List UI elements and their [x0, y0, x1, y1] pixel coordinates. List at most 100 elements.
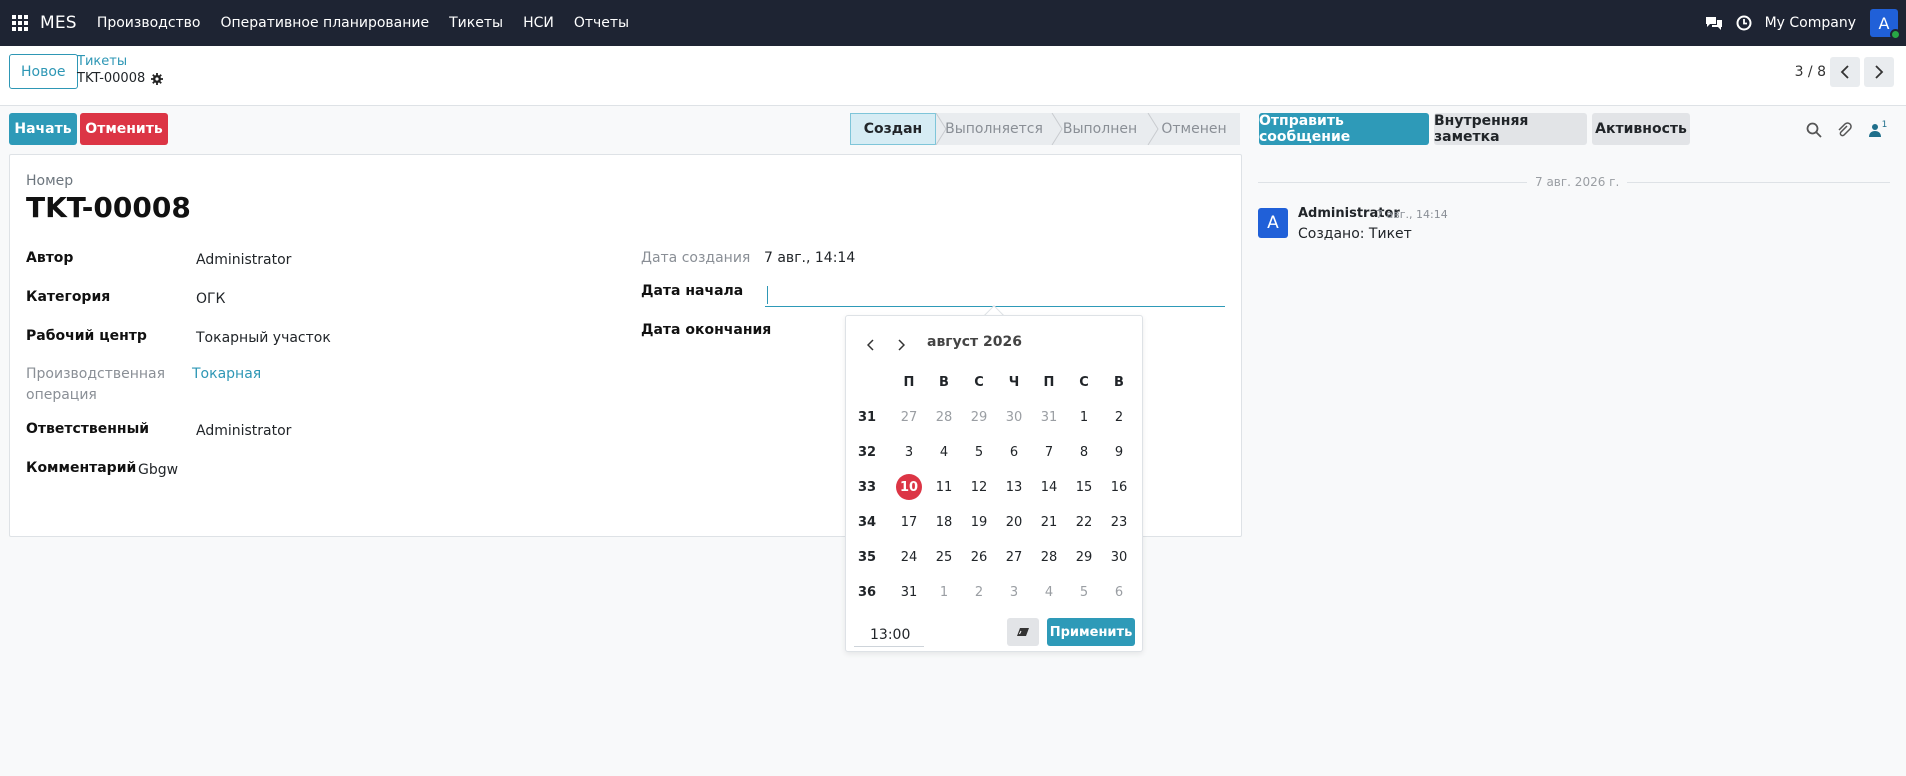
- calendar-day[interactable]: 5: [1071, 579, 1097, 605]
- calendar-day[interactable]: 3: [896, 439, 922, 465]
- search-icon[interactable]: [1804, 120, 1824, 140]
- calendar-day[interactable]: 19: [966, 509, 992, 535]
- calendar-day[interactable]: 31: [1036, 404, 1062, 430]
- company-switcher[interactable]: My Company: [1765, 15, 1856, 31]
- prev-month-button[interactable]: [861, 335, 881, 355]
- datepicker-popover: август 2026 13:00 Применить П В С Ч П С В 31 27 2…: [845, 315, 1143, 652]
- followers-button[interactable]: 1: [1864, 120, 1892, 140]
- text-caret: [767, 286, 768, 304]
- apps-menu-icon[interactable]: [0, 0, 40, 46]
- calendar-day[interactable]: 11: [931, 474, 957, 500]
- gear-icon[interactable]: [151, 72, 164, 85]
- breadcrumb-current: TKT-00008: [77, 71, 164, 86]
- datepicker-month-label[interactable]: август 2026: [927, 334, 1022, 350]
- calendar-day[interactable]: 6: [1106, 579, 1132, 605]
- log-note-button[interactable]: Внутренняя заметка: [1434, 113, 1587, 145]
- record-title: TKT-00008: [26, 191, 191, 224]
- chevron-left-icon: [1840, 65, 1849, 79]
- cancel-button[interactable]: Отменить: [80, 113, 168, 145]
- calendar-day[interactable]: 20: [1001, 509, 1027, 535]
- chevron-right-icon: [898, 339, 905, 351]
- calendar-day[interactable]: 17: [896, 509, 922, 535]
- calendar-day[interactable]: 4: [1036, 579, 1062, 605]
- calendar-day[interactable]: 13: [1001, 474, 1027, 500]
- send-message-button[interactable]: Отправить сообщение: [1259, 113, 1429, 145]
- calendar-day[interactable]: 2: [1106, 404, 1132, 430]
- calendar-day[interactable]: 21: [1036, 509, 1062, 535]
- chat-icon[interactable]: [1699, 15, 1729, 31]
- new-button[interactable]: Новое: [9, 54, 78, 89]
- weekday-header: Ч: [1008, 374, 1020, 390]
- clear-date-button[interactable]: [1007, 618, 1039, 646]
- category-field[interactable]: ОГК: [196, 291, 226, 307]
- calendar-day[interactable]: 31: [896, 579, 922, 605]
- app-brand[interactable]: MES: [40, 13, 77, 33]
- message-author-avatar[interactable]: A: [1258, 208, 1288, 238]
- menu-tickets[interactable]: Тикеты: [449, 15, 503, 31]
- start-date-input[interactable]: [765, 283, 1225, 307]
- calendar-day[interactable]: 1: [931, 579, 957, 605]
- calendar-day[interactable]: 29: [1071, 544, 1097, 570]
- calendar-day[interactable]: 27: [1001, 544, 1027, 570]
- week-number: 32: [857, 444, 877, 460]
- menu-reports[interactable]: Отчеты: [574, 15, 629, 31]
- calendar-day[interactable]: 8: [1071, 439, 1097, 465]
- pager-value[interactable]: 3 / 8: [1795, 64, 1826, 80]
- calendar-day[interactable]: 3: [1001, 579, 1027, 605]
- operation-link[interactable]: Токарная: [192, 366, 261, 382]
- calendar-day[interactable]: 27: [896, 404, 922, 430]
- calendar-day[interactable]: 14: [1036, 474, 1062, 500]
- author-field[interactable]: Administrator: [196, 252, 291, 268]
- calendar-day[interactable]: 6: [1001, 439, 1027, 465]
- calendar-day[interactable]: 7: [1036, 439, 1062, 465]
- calendar-day[interactable]: 15: [1071, 474, 1097, 500]
- calendar-day[interactable]: 29: [966, 404, 992, 430]
- calendar-day[interactable]: 26: [966, 544, 992, 570]
- calendar-day[interactable]: 23: [1106, 509, 1132, 535]
- menu-nsi[interactable]: НСИ: [523, 15, 554, 31]
- weekday-header: П: [903, 374, 915, 390]
- user-avatar[interactable]: A: [1870, 9, 1901, 40]
- message-time: 7 авг., 14:14: [1376, 208, 1448, 221]
- end-date-label: Дата окончания: [641, 322, 772, 338]
- user-icon: [1868, 124, 1881, 137]
- calendar-day[interactable]: 30: [1001, 404, 1027, 430]
- clock-icon[interactable]: [1729, 15, 1759, 31]
- menu-production[interactable]: Производство: [97, 15, 201, 31]
- calendar-day[interactable]: 28: [931, 404, 957, 430]
- calendar-day[interactable]: 22: [1071, 509, 1097, 535]
- pager-prev-button[interactable]: [1830, 57, 1860, 87]
- activity-button[interactable]: Активность: [1592, 113, 1690, 145]
- calendar-day[interactable]: 12: [966, 474, 992, 500]
- time-input[interactable]: 13:00: [854, 623, 924, 647]
- calendar-day[interactable]: 25: [931, 544, 957, 570]
- calendar-day[interactable]: 5: [966, 439, 992, 465]
- calendar-day[interactable]: 2: [966, 579, 992, 605]
- weekday-header: В: [1114, 374, 1124, 390]
- start-button[interactable]: Начать: [9, 113, 77, 145]
- calendar-day[interactable]: 9: [1106, 439, 1132, 465]
- workcenter-label: Рабочий центр: [26, 328, 147, 344]
- paperclip-icon[interactable]: [1834, 120, 1854, 140]
- workcenter-field[interactable]: Токарный участок: [196, 330, 331, 346]
- calendar-day[interactable]: 16: [1106, 474, 1132, 500]
- calendar-day[interactable]: 4: [931, 439, 957, 465]
- comment-label: Комментарий: [26, 460, 137, 476]
- calendar-day[interactable]: 24: [896, 544, 922, 570]
- pager-next-button[interactable]: [1864, 57, 1894, 87]
- start-date-label: Дата начала: [641, 283, 744, 299]
- calendar-day-today[interactable]: 10: [896, 474, 922, 500]
- chatter-date: 7 авг. 2026 г.: [1527, 175, 1628, 189]
- calendar-day[interactable]: 1: [1071, 404, 1097, 430]
- menu-planning[interactable]: Оперативное планирование: [221, 15, 430, 31]
- top-navbar: MES Производство Оперативное планировани…: [0, 0, 1906, 46]
- calendar-day[interactable]: 30: [1106, 544, 1132, 570]
- calendar-day[interactable]: 18: [931, 509, 957, 535]
- calendar-day[interactable]: 28: [1036, 544, 1062, 570]
- apply-button[interactable]: Применить: [1047, 618, 1135, 646]
- comment-field[interactable]: Gbgw: [138, 462, 178, 478]
- responsible-field[interactable]: Administrator: [196, 423, 291, 439]
- week-number: 36: [857, 584, 877, 600]
- breadcrumb-tickets-link[interactable]: Тикеты: [77, 54, 127, 69]
- next-month-button[interactable]: [891, 335, 911, 355]
